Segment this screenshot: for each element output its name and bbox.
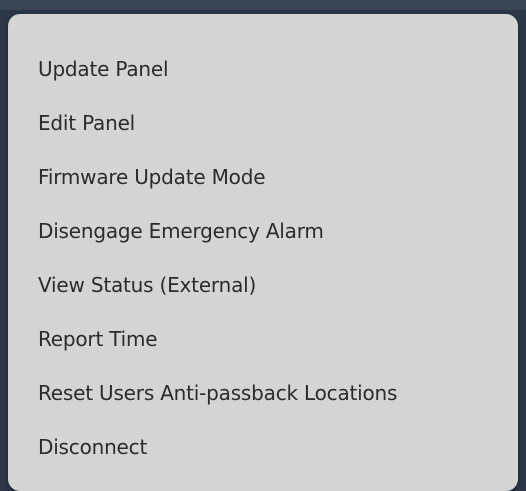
menu-item-update-panel[interactable]: Update Panel <box>8 52 518 106</box>
context-menu: Update Panel Edit Panel Firmware Update … <box>8 14 518 491</box>
menu-item-report-time[interactable]: Report Time <box>8 322 518 376</box>
menu-item-disengage-emergency-alarm[interactable]: Disengage Emergency Alarm <box>8 214 518 268</box>
menu-item-firmware-update-mode[interactable]: Firmware Update Mode <box>8 160 518 214</box>
menu-item-reset-anti-passback[interactable]: Reset Users Anti-passback Locations <box>8 376 518 430</box>
menu-item-edit-panel[interactable]: Edit Panel <box>8 106 518 160</box>
menu-item-disconnect[interactable]: Disconnect <box>8 430 518 484</box>
backdrop-top-strip <box>0 0 526 10</box>
menu-item-view-status-external[interactable]: View Status (External) <box>8 268 518 322</box>
